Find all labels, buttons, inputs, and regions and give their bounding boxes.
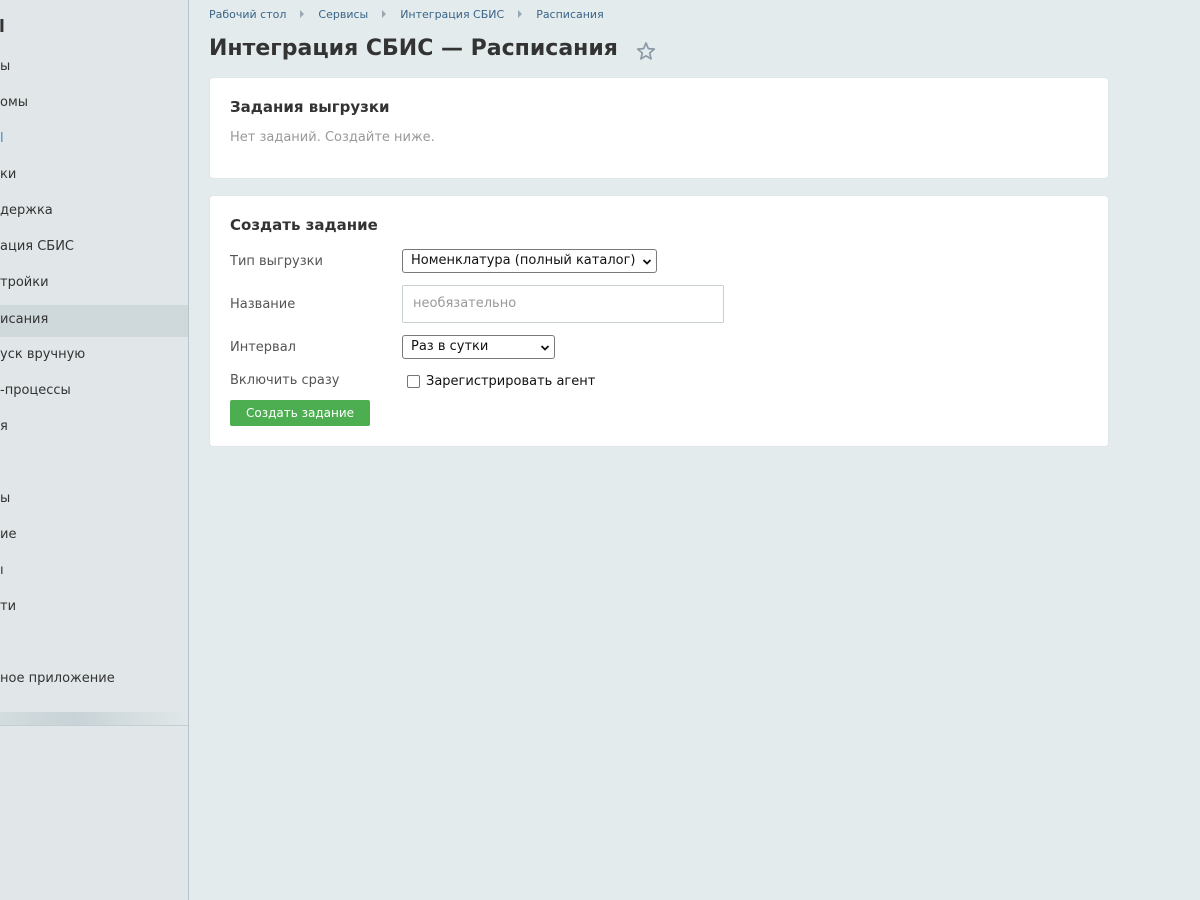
sidebar-item[interactable]: ие <box>0 519 188 551</box>
page-title: Интеграция СБИС — Расписания <box>209 36 618 61</box>
sidebar-item-label: омы <box>0 95 29 110</box>
create-card-title: Создать задание <box>230 216 378 234</box>
create-job-card: Создать задание Тип выгрузки Номенклатур… <box>209 195 1109 447</box>
breadcrumb-schedules[interactable]: Расписания <box>536 8 604 21</box>
sidebar-item-label: ы <box>0 59 11 74</box>
sidebar-item-label: ное приложение <box>0 671 115 686</box>
sidebar-item[interactable]: ти <box>0 591 188 623</box>
jobs-empty-text: Нет заданий. Создайте ниже. <box>230 130 435 145</box>
create-job-button[interactable]: Создать задание <box>230 400 370 426</box>
export-type-label: Тип выгрузки <box>230 254 323 269</box>
export-type-value: Номенклатура (полный каталог) <box>411 253 636 268</box>
sidebar-item-sbis[interactable]: ация СБИС <box>0 231 188 263</box>
chevron-right-icon <box>382 10 387 18</box>
star-icon[interactable] <box>635 40 657 62</box>
export-type-select[interactable]: Номенклатура (полный каталог) <box>402 249 657 273</box>
sidebar-item[interactable]: ы <box>0 51 188 83</box>
breadcrumb-sbis[interactable]: Интеграция СБИС <box>400 8 504 21</box>
sidebar-item-label: ы <box>0 491 11 506</box>
sidebar-item-label: ти <box>0 599 17 614</box>
enable-label: Включить сразу <box>230 373 340 388</box>
chevron-right-icon <box>518 10 523 18</box>
breadcrumb: Рабочий стол Сервисы Интеграция СБИС Распис… <box>209 8 604 21</box>
sidebar-item[interactable]: омы <box>0 87 188 119</box>
sidebar-item-label: держка <box>0 203 53 218</box>
sidebar-title: l <box>0 17 5 37</box>
name-input[interactable]: необязательно <box>402 285 724 323</box>
name-label: Название <box>230 297 296 312</box>
sidebar-item-label: ı <box>0 563 4 578</box>
sidebar-item-manual-run[interactable]: уск вручную <box>0 339 188 371</box>
jobs-card: Задания выгрузки Нет заданий. Создайте н… <box>209 77 1109 179</box>
breadcrumb-desktop[interactable]: Рабочий стол <box>209 8 286 21</box>
sidebar-item[interactable]: ы <box>0 483 188 515</box>
register-agent-checkbox[interactable] <box>407 375 420 388</box>
sidebar-item-label: исания <box>0 312 49 327</box>
sidebar-item-label: ки <box>0 167 17 182</box>
sidebar-item-label: я <box>0 419 8 434</box>
sidebar-item[interactable]: ı <box>0 555 188 587</box>
breadcrumb-services[interactable]: Сервисы <box>318 8 368 21</box>
sidebar-item[interactable]: -процессы <box>0 375 188 407</box>
sidebar-item-schedules[interactable]: исания <box>0 305 188 337</box>
sidebar-item-settings[interactable]: тройки <box>0 267 188 299</box>
sidebar-item-label: l <box>0 131 4 146</box>
chevron-right-icon <box>300 10 305 18</box>
sidebar: l ы омы l ки держка ация СБИС тройки иса… <box>0 0 189 900</box>
interval-select[interactable]: Раз в сутки <box>402 335 555 359</box>
sidebar-item[interactable]: l <box>0 123 188 155</box>
sidebar-divider <box>0 712 188 726</box>
chevron-down-icon <box>540 345 550 351</box>
sidebar-item-label: ие <box>0 527 17 542</box>
sidebar-item-label: уск вручную <box>0 347 86 362</box>
sidebar-item-label: -процессы <box>0 383 71 398</box>
jobs-card-title: Задания выгрузки <box>230 98 390 116</box>
interval-value: Раз в сутки <box>411 339 489 354</box>
sidebar-item-label: тройки <box>0 275 49 290</box>
interval-label: Интервал <box>230 340 296 355</box>
chevron-down-icon <box>642 259 652 265</box>
register-agent-label[interactable]: Зарегистрировать агент <box>426 374 595 389</box>
sidebar-item-label: ация СБИС <box>0 239 75 254</box>
sidebar-item-mobile-app[interactable]: ное приложение <box>0 663 188 695</box>
sidebar-item[interactable]: держка <box>0 195 188 227</box>
name-input-placeholder: необязательно <box>413 296 517 311</box>
sidebar-item[interactable]: я <box>0 411 188 443</box>
main-content: Рабочий стол Сервисы Интеграция СБИС Распис… <box>189 0 1200 900</box>
sidebar-item[interactable]: ки <box>0 159 188 191</box>
